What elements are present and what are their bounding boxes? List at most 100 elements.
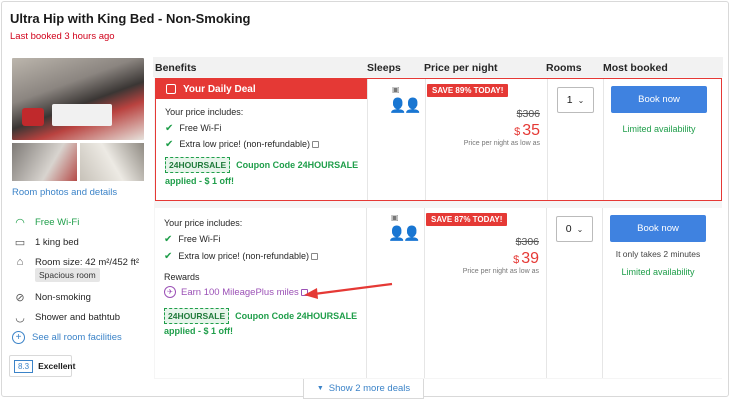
column-divider xyxy=(367,79,368,200)
room-photos-link[interactable]: Room photos and details xyxy=(12,187,117,198)
last-booked-notice: Last booked 3 hours ago xyxy=(10,31,115,42)
room-title: Ultra Hip with King Bed - Non-Smoking xyxy=(10,11,251,26)
price-note: Price per night as low as xyxy=(463,140,540,147)
coupon-line: 24HOURSALE Coupon Code 24HOURSALE xyxy=(164,308,357,324)
show-more-deals-label: Show 2 more deals xyxy=(328,383,411,394)
currency-symbol: $ xyxy=(514,126,521,138)
new-price: $35 xyxy=(446,122,540,140)
facility-label: Free Wi-Fi xyxy=(35,216,80,228)
urgency-text: It only takes 2 minutes xyxy=(615,249,701,259)
coupon-applied-text: applied - $ 1 off! xyxy=(164,326,234,336)
spacious-room-tag: Spacious room xyxy=(35,268,100,282)
check-icon: ✔ xyxy=(164,251,173,262)
old-price: $306 xyxy=(515,236,539,248)
rooms-select[interactable]: 0 ⌄ xyxy=(556,216,593,242)
wifi-icon: ◠ xyxy=(15,216,25,229)
chevron-down-icon: ⌄ xyxy=(576,224,584,234)
currency-symbol: $ xyxy=(513,254,520,266)
photo-chair-shape xyxy=(22,108,44,126)
show-more-deals-button[interactable]: ▼ Show 2 more deals xyxy=(303,379,424,399)
save-badge: SAVE 89% TODAY! xyxy=(427,84,509,97)
check-icon: ✔ xyxy=(165,123,174,134)
caret-down-icon: ▼ xyxy=(316,385,324,392)
gift-icon xyxy=(166,84,176,94)
review-score-badge: 8.3 Excellent xyxy=(9,355,76,377)
benefit-text: Extra low price! (non-refundable) xyxy=(178,251,309,261)
info-icon[interactable] xyxy=(310,253,318,261)
col-sleeps: Sleeps xyxy=(367,62,401,74)
price-value: 35 xyxy=(522,122,540,139)
photo-bed-shape xyxy=(52,104,112,126)
rooms-select-value: 0 xyxy=(565,223,572,235)
check-icon: ✔ xyxy=(164,234,173,245)
benefit-item: ✔ Extra low price! (non-refundable) xyxy=(164,251,318,262)
facility-bathtub: ◡ Shower and bathtub xyxy=(12,309,120,325)
check-icon: ✔ xyxy=(165,139,174,150)
facility-non-smoking: ⊘ Non-smoking xyxy=(12,289,91,305)
review-score: 8.3 xyxy=(14,359,34,373)
room-size-icon: ⌂ xyxy=(16,256,24,268)
facility-label[interactable]: See all room facilities xyxy=(32,332,122,343)
col-rooms: Rooms xyxy=(546,62,582,74)
rooms-select-value: 1 xyxy=(566,94,573,106)
room-photo-thumb-2[interactable] xyxy=(80,143,144,181)
coupon-applied-text: applied - $ 1 off! xyxy=(165,176,235,186)
facility-wifi: ◠ Free Wi-Fi xyxy=(12,214,79,230)
rewards-label: Rewards xyxy=(164,272,200,282)
review-label: Excellent xyxy=(38,361,76,371)
coupon-code-badge: 24HOURSALE xyxy=(164,308,230,324)
new-price: $39 xyxy=(445,250,539,268)
room-photo-main[interactable] xyxy=(12,58,144,140)
price-note: Price per night as low as xyxy=(462,268,539,275)
coupon-text: Coupon Code 24HOURSALE xyxy=(236,160,359,170)
facility-label: Non-smoking xyxy=(35,291,91,303)
price-includes-label: Your price includes: xyxy=(164,218,243,228)
benefit-text: Free Wi-Fi xyxy=(179,123,222,133)
facility-label: 1 king bed xyxy=(35,236,79,248)
column-divider xyxy=(547,79,548,200)
book-now-button[interactable]: Book now xyxy=(610,215,706,242)
rewards-text: Earn 100 MileagePlus miles xyxy=(181,286,299,298)
rooms-select[interactable]: 1 ⌄ xyxy=(557,87,594,113)
benefit-item: ✔ Free Wi-Fi xyxy=(164,234,220,245)
price-includes-label: Your price includes: xyxy=(165,107,244,117)
column-divider xyxy=(602,208,603,378)
save-badge: SAVE 87% TODAY! xyxy=(426,213,508,226)
rewards-miles[interactable]: ✈ Earn 100 MileagePlus miles xyxy=(164,286,308,298)
book-now-button[interactable]: Book now xyxy=(611,86,707,113)
rewards-icon: ✈ xyxy=(164,286,176,298)
deal-row-daily: Your Daily Deal Your price includes: ✔ Fr… xyxy=(155,78,722,201)
daily-deal-label: Your Daily Deal xyxy=(183,83,256,95)
sleeps-info-icon: ▣ xyxy=(391,213,399,222)
bathtub-icon: ◡ xyxy=(15,311,25,324)
benefit-item: ✔ Free Wi-Fi xyxy=(165,123,221,134)
benefit-text: Extra low price! (non-refundable) xyxy=(179,139,310,149)
plus-icon: + xyxy=(12,331,25,344)
facility-label: Room size: 42 m²/452 ft² xyxy=(35,256,140,268)
bed-icon: ▭ xyxy=(14,236,26,249)
coupon-line: 24HOURSALE Coupon Code 24HOURSALE xyxy=(165,157,358,173)
column-divider xyxy=(424,208,425,378)
room-photo-thumb-1[interactable] xyxy=(12,143,77,181)
col-benefits: Benefits xyxy=(155,62,197,74)
column-header-bar: Benefits Sleeps Price per night Rooms Mo… xyxy=(153,57,723,77)
price-value: 39 xyxy=(521,250,539,267)
coupon-text: Coupon Code 24HOURSALE xyxy=(235,311,358,321)
col-most-booked: Most booked xyxy=(603,62,668,74)
info-icon[interactable] xyxy=(311,141,319,149)
facility-label: Shower and bathtub xyxy=(35,311,121,323)
facility-bed: ▭ 1 king bed xyxy=(12,234,79,250)
room-card: Ultra Hip with King Bed - Non-Smoking La… xyxy=(1,1,729,397)
deal-row-rewards: Your price includes: ✔ Free Wi-Fi ✔ Extra … xyxy=(155,208,722,378)
col-price: Price per night xyxy=(424,62,498,74)
daily-deal-banner: Your Daily Deal xyxy=(156,79,367,99)
see-all-facilities-link[interactable]: + See all room facilities xyxy=(12,331,122,344)
chevron-down-icon: ⌄ xyxy=(577,95,585,105)
old-price: $306 xyxy=(516,108,540,120)
sleeps-info-icon: ▣ xyxy=(392,85,400,94)
benefit-item: ✔ Extra low price! (non-refundable) xyxy=(165,139,319,150)
column-divider xyxy=(546,208,547,378)
availability-text: Limited availability xyxy=(622,124,696,134)
coupon-code-badge: 24HOURSALE xyxy=(165,157,231,173)
availability-text: Limited availability xyxy=(621,267,695,277)
